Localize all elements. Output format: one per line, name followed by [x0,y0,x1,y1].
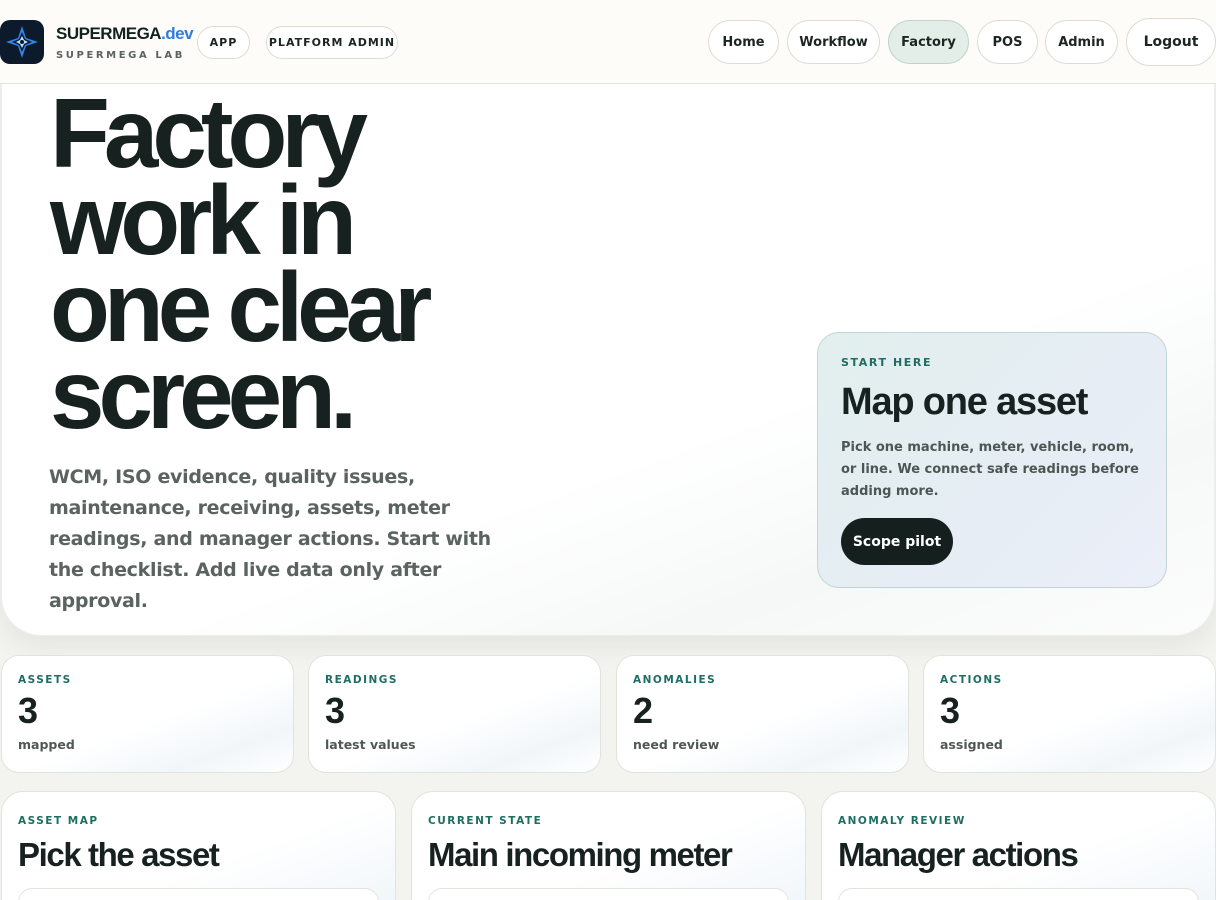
stat-card-assets[interactable]: ASSETS 3 mapped [1,655,294,773]
stat-value: 3 [940,690,961,731]
brand-name[interactable]: SUPERMEGA.dev [56,24,194,44]
asset-list[interactable] [18,888,379,900]
app-tag[interactable]: APP [197,26,250,59]
stat-label: READINGS [325,674,398,686]
brand-name-main: SUPERMEGA [56,24,162,43]
panel-title: Pick the asset [18,836,220,873]
stat-value: 2 [633,690,654,731]
hero-title: Factory work in one clear screen. [50,78,570,449]
nav-workflow[interactable]: Workflow [787,20,880,64]
stat-value: 3 [18,690,39,731]
hero-description: WCM, ISO evidence, quality issues, maint… [49,466,491,612]
stat-label: ANOMALIES [633,674,717,686]
stat-card-readings[interactable]: READINGS 3 latest values [308,655,601,773]
hero-title-line: one clear [50,252,432,362]
hero-title-line: Factory [50,78,368,188]
compass-star-icon [6,26,38,58]
stat-subtext: need review [633,737,720,752]
panel-eyebrow: CURRENT STATE [428,815,543,827]
nav-factory[interactable]: Factory [888,20,969,64]
nav-admin[interactable]: Admin [1045,20,1118,64]
stat-card-actions[interactable]: ACTIONS 3 assigned [923,655,1216,773]
anomaly-review-panel: ANOMALY REVIEW Manager actions [821,791,1216,900]
start-card-title: Map one asset [841,381,1088,423]
nav-pos[interactable]: POS [977,20,1038,64]
top-bar: SUPERMEGA.dev SUPERMEGA LAB APP PLATFORM… [0,0,1216,84]
stat-value: 3 [325,690,346,731]
start-card-eyebrow: START HERE [841,356,933,369]
current-state-panel: CURRENT STATE Main incoming meter [411,791,806,900]
asset-map-panel: ASSET MAP Pick the asset [1,791,396,900]
brand-subtitle: SUPERMEGA LAB [56,50,185,61]
brand-name-tld: .dev [161,24,194,43]
stat-label: ACTIONS [940,674,1003,686]
hero-title-line: screen. [50,339,357,449]
stat-subtext: assigned [940,737,1003,752]
nav-home[interactable]: Home [708,20,779,64]
stat-subtext: latest values [325,737,416,752]
stat-card-anomalies[interactable]: ANOMALIES 2 need review [616,655,909,773]
panel-title: Main incoming meter [428,836,733,873]
hero-title-line: work in [50,165,357,275]
panel-eyebrow: ANOMALY REVIEW [838,815,966,827]
manager-actions-list[interactable] [838,888,1199,900]
brand-logo[interactable] [0,20,44,64]
scope-pilot-button[interactable]: Scope pilot [841,518,953,565]
stat-label: ASSETS [18,674,72,686]
stat-subtext: mapped [18,737,75,752]
start-card-description: Pick one machine, meter, vehicle, room, … [841,440,1139,499]
meter-reading-box[interactable] [428,888,789,900]
logout-button[interactable]: Logout [1126,18,1216,66]
start-here-card: START HERE Map one asset Pick one machin… [817,332,1167,588]
panel-eyebrow: ASSET MAP [18,815,99,827]
platform-admin-tag[interactable]: PLATFORM ADMIN [266,26,398,59]
panel-title: Manager actions [838,836,1079,873]
